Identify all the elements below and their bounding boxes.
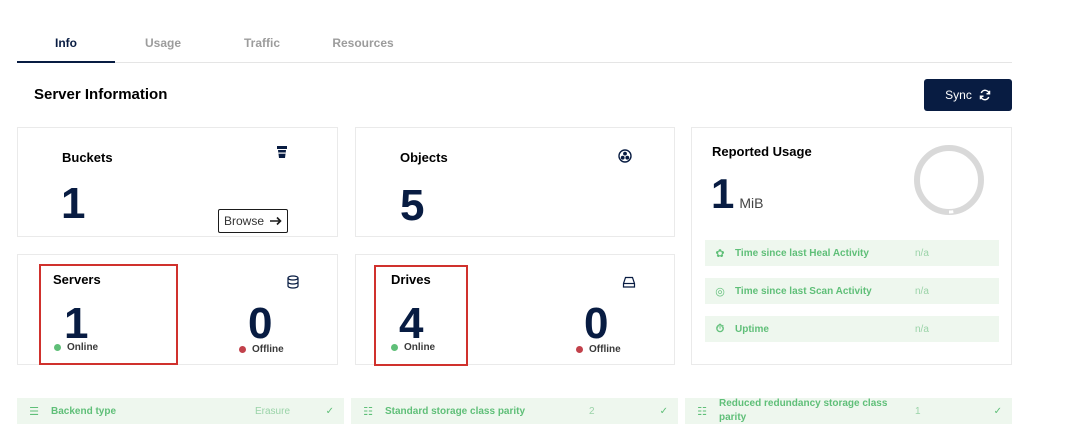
uptime-label: Uptime [735, 323, 769, 335]
objects-title: Objects [400, 150, 448, 165]
storage-icon: ☷ [363, 405, 373, 418]
reduced-parity-value: 1 [915, 405, 921, 417]
sync-icon [979, 89, 991, 101]
offline-dot-icon [576, 346, 583, 353]
tab-usage[interactable]: Usage [127, 36, 199, 63]
list-icon: ☰ [29, 405, 39, 418]
usage-unit: MiB [739, 195, 764, 211]
tab-traffic[interactable]: Traffic [227, 36, 297, 63]
uptime-value: n/a [915, 323, 929, 335]
standard-parity-label: Standard storage class parity [385, 405, 526, 417]
usage-ring-chart [911, 142, 987, 218]
uptime-icon: ⏱ [715, 322, 725, 335]
tab-bar: Info Usage Traffic Resources [17, 28, 1012, 63]
objects-count: 5 [400, 181, 425, 230]
arrow-right-icon [270, 216, 282, 226]
reported-usage-card: Reported Usage 1 MiB ✿ Time since last H… [691, 127, 1012, 365]
check-icon: ✓ [325, 405, 334, 417]
objects-card: Objects 5 [355, 127, 675, 237]
hard-drive-icon [622, 275, 636, 289]
section-title: Server Information [34, 86, 168, 103]
drives-highlight [374, 265, 468, 366]
browse-label: Browse [223, 214, 264, 228]
reduced-parity-label: Reduced redundancy storage class parity [719, 398, 888, 423]
heal-icon: ✿ [715, 247, 725, 260]
bucket-icon [275, 145, 289, 159]
reduced-parity-box: ☷ Reduced redundancy storage class parit… [685, 398, 1012, 424]
scan-activity-value: n/a [915, 285, 929, 297]
scan-icon: ◎ [715, 285, 725, 298]
servers-offline-count: 0 [248, 299, 273, 348]
tab-info[interactable]: Info [17, 36, 115, 63]
objects-icon [618, 149, 632, 163]
buckets-title: Buckets [62, 150, 113, 165]
browse-button[interactable]: Browse [218, 209, 288, 233]
servers-highlight [39, 264, 178, 365]
usage-number: 1 [711, 170, 735, 217]
reported-usage-title: Reported Usage [712, 144, 812, 159]
heal-activity-value: n/a [915, 247, 929, 259]
drives-offline-status: Offline [576, 344, 621, 355]
standard-parity-box: ☷ Standard storage class parity 2 ✓ [351, 398, 678, 424]
tab-resources[interactable]: Resources [322, 36, 404, 63]
uptime-row: ⏱ Uptime n/a [705, 316, 999, 342]
database-icon [286, 275, 300, 289]
buckets-count: 1 [61, 179, 86, 228]
drives-offline-count: 0 [584, 299, 609, 348]
drives-offline-label: Offline [589, 344, 621, 355]
sync-button[interactable]: Sync [924, 79, 1012, 111]
scan-activity-row: ◎ Time since last Scan Activity n/a [705, 278, 999, 304]
reported-usage-value: 1 MiB [711, 173, 763, 215]
servers-offline-label: Offline [252, 344, 284, 355]
offline-dot-icon [239, 346, 246, 353]
backend-type-label: Backend type [51, 405, 117, 417]
backend-type-value: Erasure [255, 405, 291, 417]
sync-label: Sync [945, 88, 972, 102]
heal-activity-label: Time since last Heal Activity [735, 247, 869, 259]
storage-icon: ☷ [697, 405, 707, 418]
standard-parity-value: 2 [589, 405, 595, 417]
servers-offline-status: Offline [239, 344, 284, 355]
scan-activity-label: Time since last Scan Activity [735, 285, 872, 297]
check-icon: ✓ [659, 405, 668, 417]
heal-activity-row: ✿ Time since last Heal Activity n/a [705, 240, 999, 266]
buckets-card: Buckets 1 Browse [17, 127, 338, 237]
backend-type-box: ☰ Backend type Erasure ✓ [17, 398, 344, 424]
check-icon: ✓ [993, 405, 1002, 417]
